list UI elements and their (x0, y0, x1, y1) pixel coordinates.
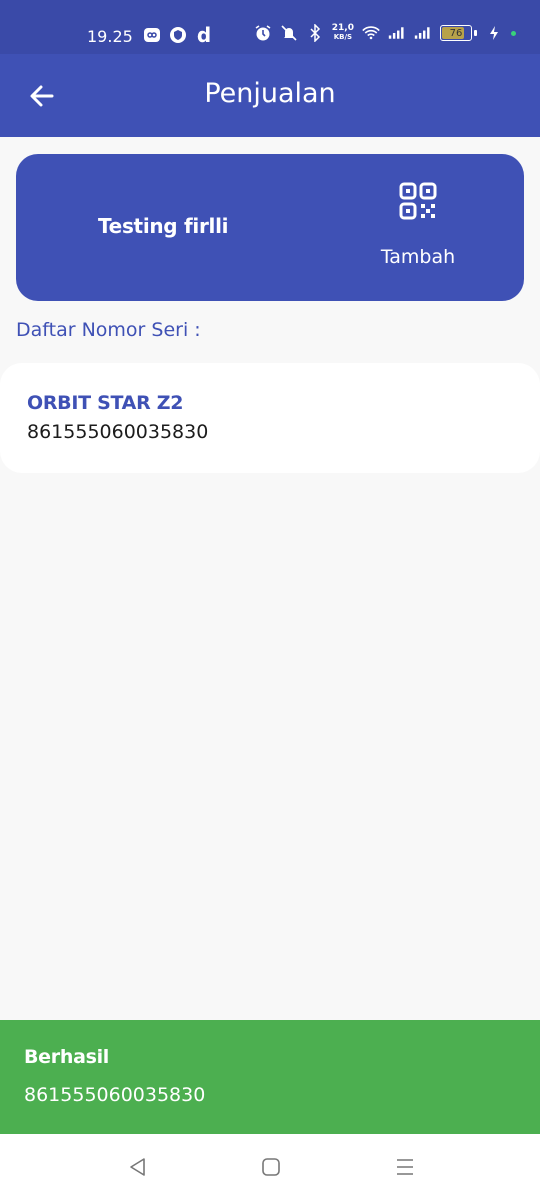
nav-back-button[interactable] (123, 1152, 153, 1182)
menu-lines-icon (397, 1159, 413, 1175)
system-nav-bar (0, 1134, 540, 1200)
back-triangle-icon (130, 1158, 145, 1176)
snackbar-message: 861555060035830 (24, 1084, 206, 1106)
list-item[interactable]: ORBIT STAR Z2 861555060035830 (0, 363, 540, 473)
link-app-icon (143, 26, 161, 44)
add-button[interactable]: Tambah (358, 182, 478, 268)
status-bar: 19.25 d 21,0 KB/S 76 (0, 0, 540, 54)
mute-bell-icon (280, 24, 298, 42)
bluetooth-icon (306, 24, 324, 42)
wifi-icon (362, 24, 380, 42)
status-time: 19.25 (87, 27, 133, 46)
customer-name: Testing firlli (98, 214, 229, 238)
qr-code-icon (399, 182, 437, 220)
battery-icon: 76 (440, 25, 472, 41)
customer-card: Testing firlli Tambah (16, 154, 524, 301)
page-title: Penjualan (204, 78, 336, 109)
snackbar-title: Berhasil (24, 1046, 110, 1068)
charging-icon (485, 24, 503, 42)
network-speed: 21,0 KB/S (331, 23, 354, 42)
home-square-icon (262, 1158, 280, 1176)
signal-icon-1 (388, 24, 406, 42)
alarm-icon (254, 24, 272, 42)
d-app-icon: d (196, 23, 212, 47)
app-bar: Penjualan (0, 54, 540, 137)
shield-app-icon (169, 26, 187, 44)
notification-dot (511, 30, 516, 36)
item-product-name: ORBIT STAR Z2 (27, 392, 184, 414)
nav-home-button[interactable] (256, 1152, 286, 1182)
success-snackbar: Berhasil 861555060035830 (0, 1020, 540, 1134)
item-serial-number: 861555060035830 (27, 421, 209, 443)
add-label: Tambah (380, 246, 456, 268)
nav-menu-button[interactable] (390, 1152, 420, 1182)
battery-tip (474, 30, 477, 36)
status-right-icons: 21,0 KB/S 76 (254, 24, 516, 42)
serial-list-label: Daftar Nomor Seri : (16, 319, 201, 341)
status-left-icons: d (143, 23, 213, 47)
signal-icon-2 (414, 24, 432, 42)
